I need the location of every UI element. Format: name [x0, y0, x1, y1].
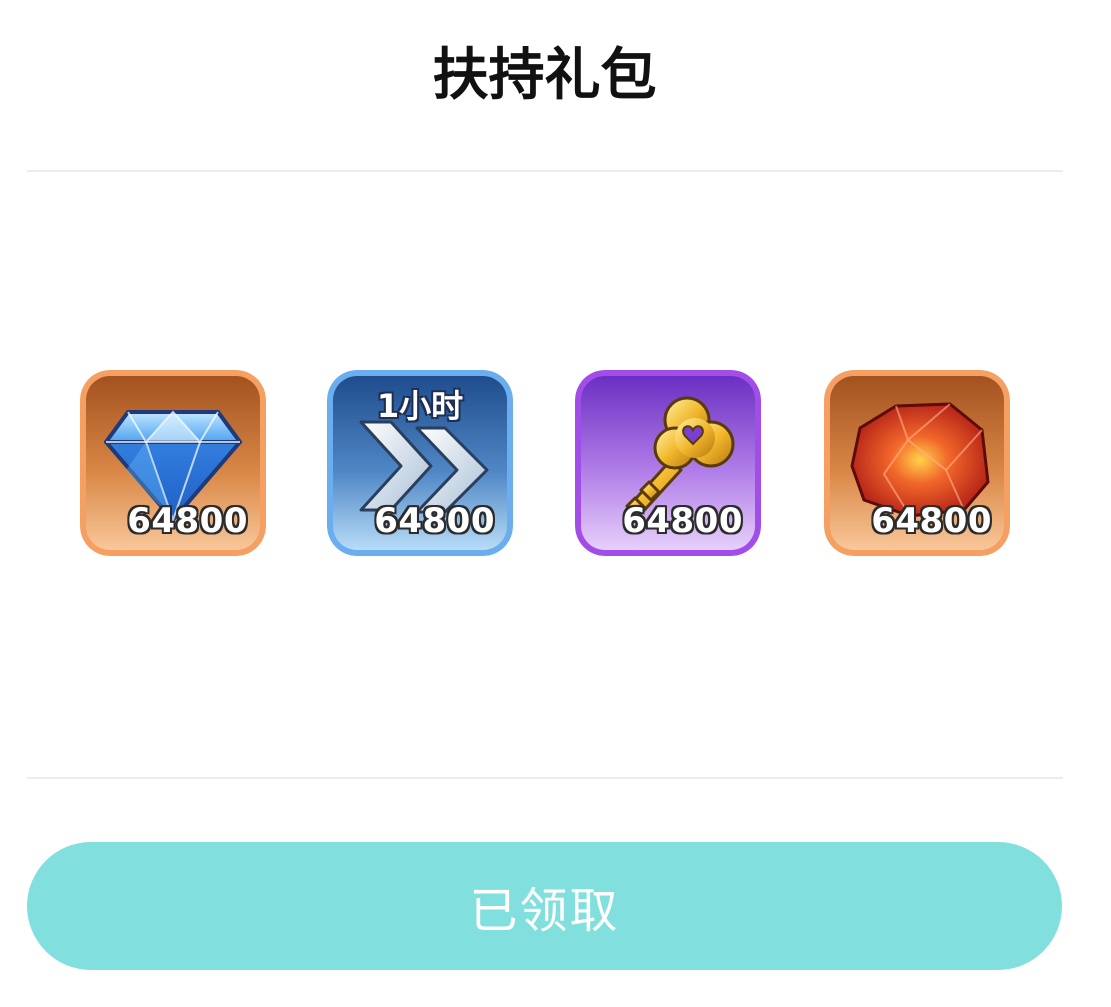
- reward-item-speedup[interactable]: 1小时 64800: [327, 370, 513, 556]
- reward-item-diamond[interactable]: 64800: [80, 370, 266, 556]
- reward-tag: 1小时: [376, 387, 464, 425]
- reward-item-key[interactable]: 64800: [575, 370, 761, 556]
- claimed-button[interactable]: 已领取: [27, 842, 1062, 970]
- reward-quantity: 64800: [374, 501, 495, 541]
- reward-quantity: 64800: [871, 501, 992, 541]
- claimed-button-label: 已领取: [469, 883, 620, 939]
- reward-item-crystal[interactable]: 64800: [824, 370, 1010, 556]
- reward-list: 64800 1小时 64800 64800 64800: [0, 370, 1111, 564]
- reward-quantity: 64800: [127, 501, 248, 541]
- page-title: 扶持礼包: [432, 43, 657, 108]
- reward-quantity: 64800: [622, 501, 743, 541]
- bottom-divider: [27, 777, 1063, 779]
- top-divider: [27, 170, 1063, 172]
